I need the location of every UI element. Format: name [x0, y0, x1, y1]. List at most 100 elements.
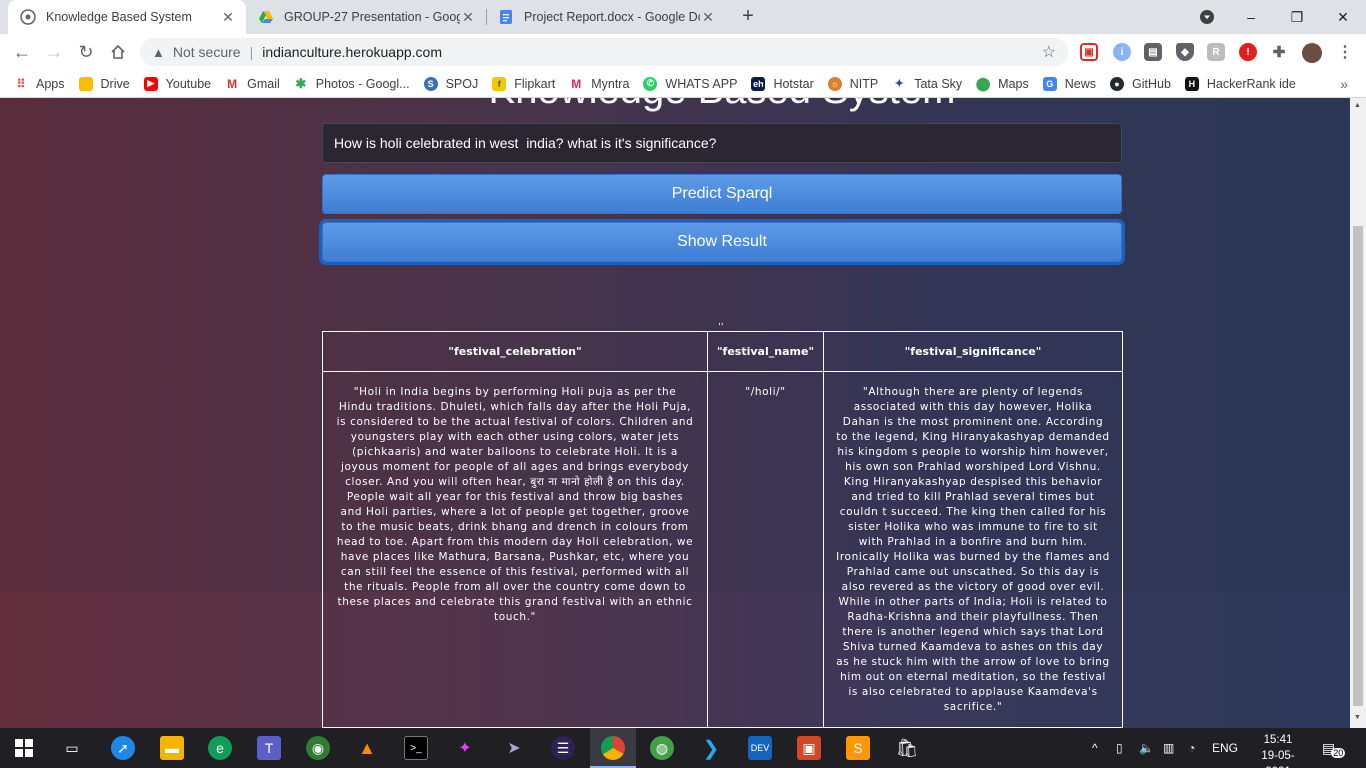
home-icon[interactable]: [106, 40, 130, 64]
bookmark-hackerrank[interactable]: H HackerRank ide: [1184, 76, 1296, 91]
devcpp-icon[interactable]: DEV: [748, 736, 772, 760]
bookmark-star-icon[interactable]: ☆: [1042, 42, 1056, 62]
wifi-icon[interactable]: ◔: [1188, 728, 1195, 768]
reader-extension-icon[interactable]: R: [1207, 43, 1225, 61]
bookmark-youtube[interactable]: ▶ Youtube: [143, 76, 211, 91]
bookmark-apps[interactable]: ⠿ Apps: [14, 77, 65, 91]
spoj-icon: S: [423, 76, 438, 91]
shield-extension-icon[interactable]: ◆: [1176, 43, 1194, 61]
power-extension-icon[interactable]: !: [1239, 43, 1257, 61]
bookmark-news[interactable]: G News: [1042, 76, 1096, 91]
task-view-icon[interactable]: ▭: [60, 736, 84, 760]
maps-pin-icon[interactable]: ◉: [306, 736, 330, 760]
language-indicator[interactable]: ENG: [1212, 728, 1238, 768]
bookmark-github[interactable]: ● GitHub: [1110, 76, 1171, 91]
cell-festival-significance: "Although there are plenty of legends as…: [823, 371, 1123, 728]
predict-sparql-button[interactable]: Predict Sparql: [322, 174, 1122, 214]
forward-arrow-icon[interactable]: →: [42, 40, 66, 64]
file-explorer-icon[interactable]: ▬: [160, 736, 184, 760]
bookmark-maps[interactable]: ⬤ Maps: [976, 76, 1029, 91]
extensions-puzzle-icon[interactable]: ✚: [1270, 43, 1288, 61]
edge-icon[interactable]: e: [208, 736, 232, 760]
google-photos-icon: ✱: [295, 75, 307, 91]
tray-device-icon[interactable]: ▯: [1116, 728, 1123, 768]
pocket-extension-icon[interactable]: ▣: [1080, 43, 1098, 61]
teams-icon[interactable]: T: [257, 736, 281, 760]
show-result-button[interactable]: Show Result: [322, 222, 1122, 262]
back-arrow-icon[interactable]: ←: [10, 40, 34, 64]
menu-dots-icon[interactable]: ⋮: [1336, 43, 1354, 61]
system-clock[interactable]: 15:41 19-05-2021: [1254, 732, 1302, 768]
close-window-button[interactable]: ✕: [1320, 0, 1366, 34]
network-icon[interactable]: ▥: [1163, 728, 1174, 768]
bookmark-hotstar[interactable]: eh Hotstar: [751, 76, 814, 91]
security-label[interactable]: Not secure: [173, 44, 241, 60]
sublime-icon[interactable]: S: [846, 736, 870, 760]
tab-close-icon[interactable]: ✕: [460, 9, 476, 26]
apps-grid-icon: ⠿: [16, 76, 26, 91]
tab-project-report[interactable]: Project Report.docx - Google Do ✕: [486, 0, 726, 34]
hotstar-icon: eh: [751, 76, 766, 91]
maximize-button[interactable]: ❐: [1274, 0, 1320, 34]
vscode-icon[interactable]: ❯: [699, 736, 723, 760]
bookmark-flipkart[interactable]: f Flipkart: [492, 76, 555, 91]
url-text[interactable]: indianculture.herokuapp.com: [262, 44, 442, 60]
safari-compass-icon[interactable]: ➚: [111, 736, 135, 760]
bookmarks-overflow-chevron-icon[interactable]: »: [1340, 76, 1348, 92]
tab-knowledge-based-system[interactable]: Knowledge Based System ✕: [8, 0, 246, 34]
bookmark-nitp[interactable]: ☼ NITP: [827, 76, 878, 91]
google-drive-icon: [78, 76, 93, 91]
volume-icon[interactable]: 🔈: [1139, 728, 1154, 768]
bookmark-tatasky[interactable]: ✦ Tata Sky: [892, 77, 963, 91]
tab-group27-presentation[interactable]: GROUP-27 Presentation - Google ✕: [246, 0, 486, 34]
terminal-icon[interactable]: >_: [404, 736, 428, 760]
bookmark-photos[interactable]: ✱ Photos - Googl...: [294, 75, 409, 91]
chrome-icon[interactable]: [601, 736, 625, 760]
tray-chevron-icon[interactable]: ^: [1092, 728, 1098, 768]
page-viewport: Knowledge Based System Predict Sparql Sh…: [0, 98, 1350, 728]
notifications-button[interactable]: ▤ 20: [1322, 728, 1346, 768]
bookmark-drive[interactable]: Drive: [78, 76, 130, 91]
gmail-icon: M: [227, 76, 238, 91]
bookmark-whatsapp[interactable]: ✆ WHATS APP: [643, 76, 737, 91]
table-header-row: "festival_celebration" "festival_name" "…: [322, 331, 1123, 372]
github-icon: ●: [1110, 76, 1124, 91]
tab-close-icon[interactable]: ✕: [700, 9, 716, 26]
address-divider: |: [249, 44, 254, 60]
store-icon[interactable]: 🛍: [895, 736, 919, 760]
bookmark-myntra[interactable]: M Myntra: [569, 77, 629, 91]
photo-extension-icon[interactable]: ▤: [1144, 43, 1162, 61]
magic-wand-icon[interactable]: ✦: [453, 736, 477, 760]
tab-close-icon[interactable]: ✕: [220, 9, 236, 26]
column-header-festival-celebration: "festival_celebration": [322, 331, 708, 372]
flipkart-icon: f: [492, 76, 507, 91]
globe-app-icon[interactable]: ◍: [650, 736, 674, 760]
info-extension-icon[interactable]: i: [1113, 43, 1131, 61]
bookmark-gmail[interactable]: M Gmail: [225, 77, 280, 91]
page-scrollbar[interactable]: ▲ ▼: [1350, 98, 1366, 728]
address-bar[interactable]: ▲ Not secure | indianculture.herokuapp.c…: [140, 38, 1068, 66]
scroll-up-arrow-icon[interactable]: ▲: [1354, 102, 1361, 109]
scrollbar-thumb[interactable]: [1353, 226, 1363, 706]
browser-toolbar: ← → ↻ ▲ Not secure | indianculture.herok…: [0, 34, 1366, 70]
eclipse-icon[interactable]: ☰: [551, 736, 575, 760]
minimize-button[interactable]: –: [1228, 0, 1274, 34]
whatsapp-icon: ✆: [643, 76, 658, 91]
scroll-down-arrow-icon[interactable]: ▼: [1354, 714, 1361, 721]
powerpoint-icon[interactable]: ▣: [797, 736, 821, 760]
youtube-icon: ▶: [143, 76, 158, 91]
column-header-festival-name: "festival_name": [707, 331, 824, 372]
tab-search-icon[interactable]: [1184, 0, 1230, 34]
windows-taskbar: ▭ ➚ ▬ e T ◉ ▲ >_ ✦ ➤ ☰ ◍ ❯ DEV ▣ S 🛍 ^ ▯…: [0, 728, 1366, 768]
profile-avatar[interactable]: [1302, 43, 1322, 63]
tab-strip: Knowledge Based System ✕ GROUP-27 Presen…: [0, 0, 1366, 34]
vlc-icon[interactable]: ▲: [355, 736, 379, 760]
reload-icon[interactable]: ↻: [74, 40, 98, 64]
query-input[interactable]: [322, 123, 1122, 163]
warning-triangle-icon[interactable]: ▲: [152, 45, 165, 60]
new-tab-button[interactable]: +: [737, 5, 759, 27]
bookmark-spoj[interactable]: S SPOJ: [423, 76, 478, 91]
notification-count: 20: [1331, 748, 1346, 758]
arrow-app-icon[interactable]: ➤: [502, 736, 526, 760]
windows-start-icon[interactable]: [12, 736, 36, 760]
